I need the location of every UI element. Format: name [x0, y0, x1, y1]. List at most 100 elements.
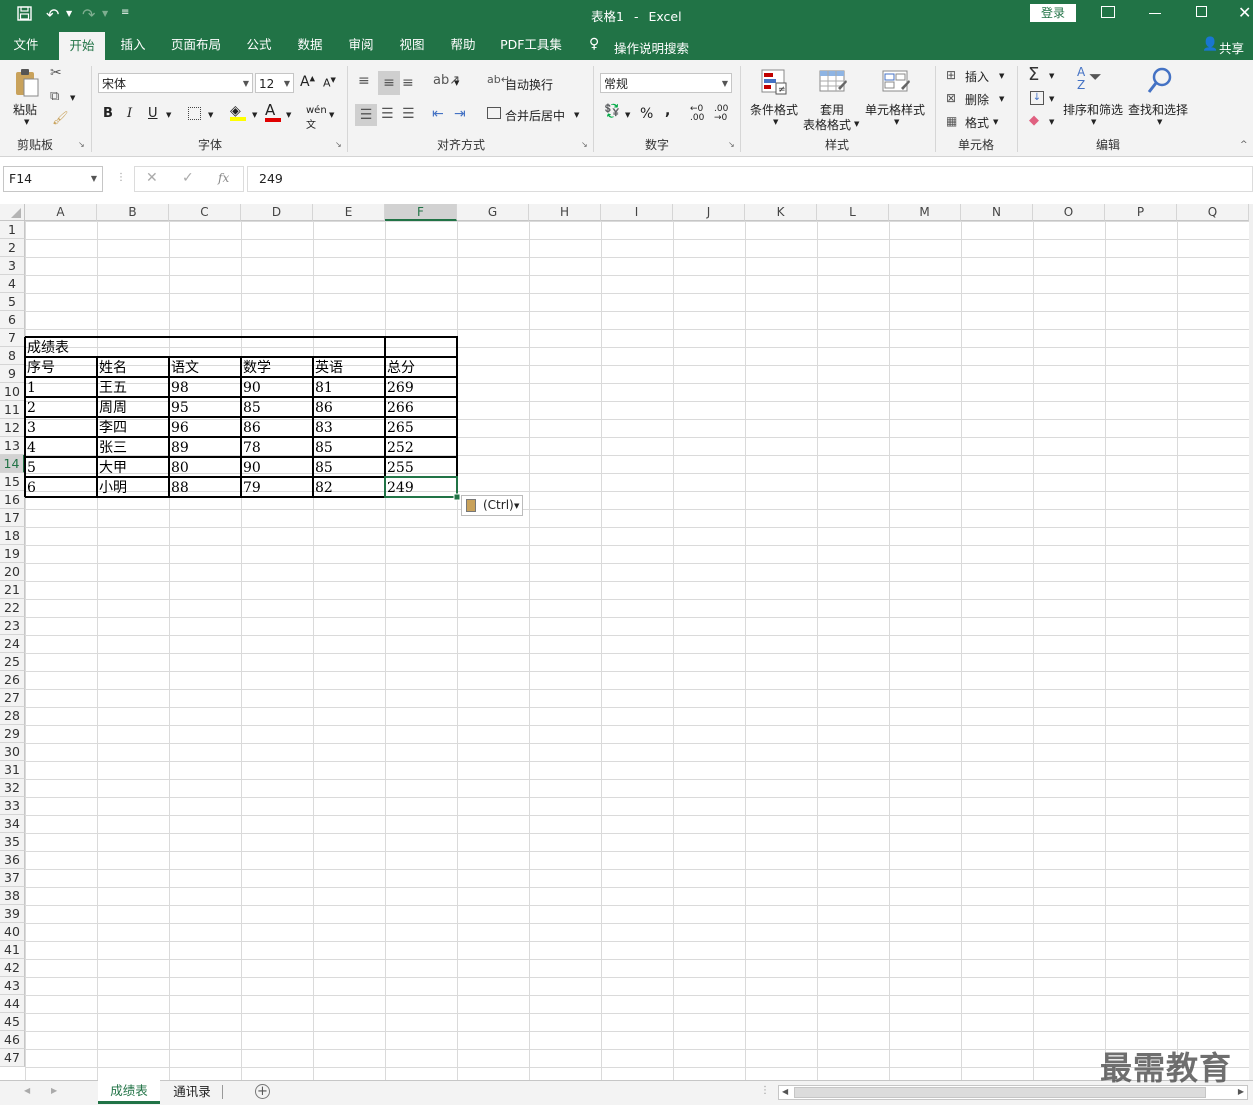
column-header-j[interactable]: J — [673, 204, 745, 221]
row-header-24[interactable]: 24 — [0, 635, 25, 653]
row-header-13[interactable]: 13 — [0, 437, 25, 455]
row-header-20[interactable]: 20 — [0, 563, 25, 581]
row-header-14[interactable]: 14 — [0, 455, 25, 473]
row-header-16[interactable]: 16 — [0, 491, 25, 509]
row-header-47[interactable]: 47 — [0, 1049, 25, 1067]
data-cell[interactable]: 86 — [241, 417, 313, 437]
sort-filter-icon[interactable]: A Z ⏷ — [1077, 66, 1102, 92]
data-cell[interactable]: 李四 — [97, 417, 169, 437]
sheet-tab-contacts[interactable]: 通讯录 — [163, 1081, 221, 1103]
insert-function-button[interactable]: fx — [218, 171, 229, 185]
formula-bar-grip-icon[interactable]: ⋮ — [116, 172, 126, 183]
minimize-icon[interactable] — [1149, 13, 1161, 14]
data-cell[interactable]: 88 — [169, 477, 241, 497]
scroll-sheets-left-icon[interactable]: ◀ — [24, 1086, 30, 1095]
data-cell[interactable]: 5 — [25, 457, 97, 477]
row-header-8[interactable]: 8 — [0, 347, 25, 365]
vertical-scrollbar[interactable] — [1249, 204, 1253, 1080]
cell-styles-button[interactable]: 单元格样式 — [865, 101, 925, 118]
data-cell[interactable]: 80 — [169, 457, 241, 477]
format-as-table-dropdown-icon[interactable]: ▼ — [854, 120, 859, 128]
worksheet-grid[interactable]: ABCDEFGHIJKLMNOPQ 1 2 3 4 5 6 7 8 9 10 11 12 13 14 15 1… — [0, 204, 1249, 1080]
column-header-p[interactable]: P — [1105, 204, 1177, 221]
delete-cells-button[interactable]: 删除 — [965, 91, 989, 108]
row-header-26[interactable]: 26 — [0, 671, 25, 689]
autosum-icon[interactable]: Σ — [1028, 64, 1039, 85]
format-cells-button[interactable]: 格式 — [965, 114, 989, 131]
italic-button[interactable]: I — [127, 106, 132, 121]
row-header-39[interactable]: 39 — [0, 905, 25, 923]
undo-icon[interactable]: ↶ — [46, 5, 59, 24]
conditional-formatting-dropdown-icon[interactable]: ▼ — [773, 118, 778, 126]
fill-icon[interactable]: ↓ — [1030, 91, 1044, 105]
data-cell[interactable]: 1 — [25, 377, 97, 397]
row-header-28[interactable]: 28 — [0, 707, 25, 725]
data-cell[interactable]: 86 — [313, 397, 385, 417]
paste-button[interactable]: 粘贴 — [13, 101, 37, 118]
data-cell[interactable]: 96 — [169, 417, 241, 437]
delete-dropdown-icon[interactable]: ▼ — [999, 95, 1004, 103]
row-header-22[interactable]: 22 — [0, 599, 25, 617]
sheet-tab-scores[interactable]: 成绩表 — [98, 1080, 160, 1104]
font-size-combo[interactable]: 12 ▼ — [255, 73, 294, 93]
insert-cells-button[interactable]: 插入 — [965, 68, 989, 85]
tab-data[interactable]: 数据 — [290, 30, 330, 60]
font-color-dropdown-icon[interactable]: ▼ — [286, 111, 291, 119]
cell-styles-icon[interactable] — [881, 68, 911, 96]
column-header-b[interactable]: B — [97, 204, 169, 221]
format-as-table-line2[interactable]: 表格格式 — [803, 116, 851, 133]
ribbon-display-options-icon[interactable] — [1101, 6, 1115, 18]
format-dropdown-icon[interactable]: ▼ — [993, 118, 998, 126]
underline-dropdown-icon[interactable]: ▼ — [166, 111, 171, 119]
row-header-36[interactable]: 36 — [0, 851, 25, 869]
find-select-button[interactable]: 查找和选择 — [1128, 101, 1188, 118]
row-header-35[interactable]: 35 — [0, 833, 25, 851]
conditional-formatting-icon[interactable]: ≠ — [760, 68, 788, 96]
header-cell[interactable]: 序号 — [25, 357, 97, 377]
data-cell[interactable]: 85 — [313, 437, 385, 457]
tab-formulas[interactable]: 公式 — [240, 30, 278, 60]
add-sheet-icon[interactable]: + — [255, 1084, 270, 1099]
borders-dropdown-icon[interactable]: ▼ — [208, 111, 213, 119]
cut-icon[interactable]: ✂ — [50, 65, 62, 81]
phonetic-guide-icon[interactable]: wén 文 — [306, 105, 327, 131]
orientation-dropdown-icon[interactable]: ▼ — [454, 79, 459, 87]
tell-me-search[interactable]: 操作说明搜索 — [614, 38, 689, 57]
data-cell[interactable]: 4 — [25, 437, 97, 457]
comma-button[interactable]: , — [665, 103, 670, 119]
paste-dropdown-icon[interactable]: ▼ — [24, 118, 29, 126]
sort-filter-button[interactable]: 排序和筛选 — [1063, 101, 1123, 118]
align-left-icon[interactable]: ☰ — [355, 104, 377, 126]
data-cell[interactable]: 255 — [385, 457, 457, 477]
underline-button[interactable]: U — [148, 106, 158, 121]
data-cell[interactable]: 85 — [241, 397, 313, 417]
row-header-3[interactable]: 3 — [0, 257, 25, 275]
row-header-43[interactable]: 43 — [0, 977, 25, 995]
row-header-1[interactable]: 1 — [0, 221, 25, 239]
data-cell[interactable]: 周周 — [97, 397, 169, 417]
tab-insert[interactable]: 插入 — [112, 30, 154, 60]
data-cell[interactable]: 89 — [169, 437, 241, 457]
insert-dropdown-icon[interactable]: ▼ — [999, 72, 1004, 80]
increase-font-size-icon[interactable]: A▲ — [300, 74, 315, 90]
column-header-o[interactable]: O — [1033, 204, 1105, 221]
row-header-32[interactable]: 32 — [0, 779, 25, 797]
data-cell[interactable]: 269 — [385, 377, 457, 397]
close-icon[interactable]: ✕ — [1238, 3, 1251, 22]
merge-center-icon[interactable] — [487, 107, 501, 119]
row-header-21[interactable]: 21 — [0, 581, 25, 599]
row-header-38[interactable]: 38 — [0, 887, 25, 905]
row-header-25[interactable]: 25 — [0, 653, 25, 671]
row-header-2[interactable]: 2 — [0, 239, 25, 257]
column-header-a[interactable]: A — [25, 204, 97, 221]
data-cell[interactable]: 王五 — [97, 377, 169, 397]
borders-icon[interactable] — [188, 107, 201, 120]
column-header-k[interactable]: K — [745, 204, 817, 221]
align-bottom-icon[interactable]: ≡ — [402, 75, 414, 91]
row-header-10[interactable]: 10 — [0, 383, 25, 401]
save-icon[interactable] — [17, 6, 32, 21]
scroll-left-icon[interactable]: ◀ — [782, 1087, 788, 1096]
number-format-combo[interactable]: 常规 ▼ — [600, 73, 732, 93]
row-header-7[interactable]: 7 — [0, 329, 25, 347]
data-cell[interactable]: 79 — [241, 477, 313, 497]
